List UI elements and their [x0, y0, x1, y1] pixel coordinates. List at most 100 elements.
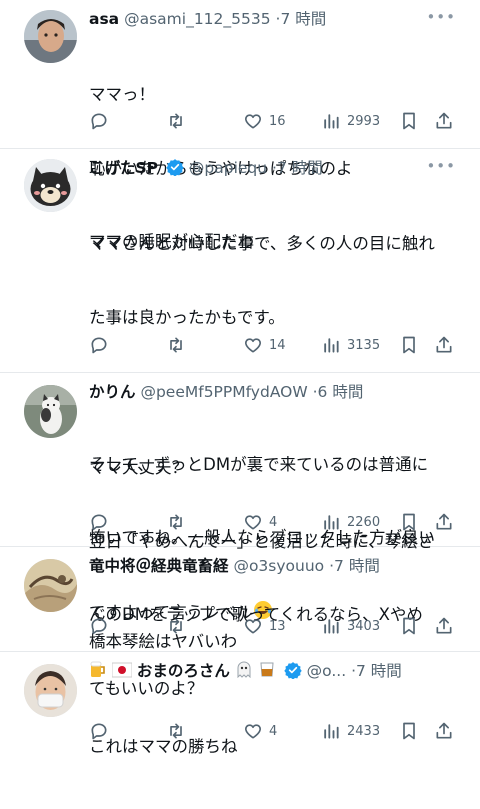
- timestamp[interactable]: ·6 時間: [313, 383, 364, 401]
- share-button[interactable]: [434, 615, 454, 637]
- tweet-actions: 4 2260: [89, 511, 472, 533]
- avatar[interactable]: [24, 559, 77, 612]
- like-button[interactable]: 4: [243, 511, 277, 533]
- tweet-line: ママっ！: [89, 85, 155, 104]
- like-button[interactable]: 13: [243, 615, 286, 637]
- like-count: 14: [269, 337, 286, 353]
- bookmark-button[interactable]: [399, 110, 419, 132]
- views-button[interactable]: 2433: [321, 720, 380, 742]
- user-handle[interactable]: @o3syouuo: [233, 557, 324, 575]
- user-handle[interactable]: @peeMf5PPMfydAOW: [140, 383, 307, 401]
- views-icon: [324, 114, 339, 129]
- retweet-button[interactable]: [166, 511, 186, 533]
- like-count: 16: [269, 113, 286, 129]
- timestamp[interactable]: ·7 時間: [329, 557, 380, 575]
- retweet-button[interactable]: [166, 334, 186, 356]
- view-count: 2433: [347, 723, 381, 739]
- share-icon: [436, 112, 452, 129]
- share-button[interactable]: [434, 511, 454, 533]
- retweet-icon: [170, 337, 182, 353]
- views-button[interactable]: 3403: [321, 615, 380, 637]
- share-icon: [436, 513, 452, 530]
- heart-icon: [245, 114, 261, 129]
- reply-icon: [91, 337, 107, 354]
- reply-button[interactable]: [89, 615, 109, 637]
- reply-feed: asa @asami_112_5535 ·7 時間 ••• ママっ！ 恥かいたか…: [0, 0, 480, 758]
- tweet[interactable]: asa @asami_112_5535 ·7 時間 ••• ママっ！ 恥かいたか…: [0, 0, 480, 251]
- like-button[interactable]: 14: [243, 334, 286, 356]
- retweet-icon: [170, 113, 182, 129]
- ghost-icon: [235, 660, 253, 684]
- retweet-icon: [170, 618, 182, 634]
- heart-icon: [245, 515, 261, 530]
- bookmark-button[interactable]: [399, 511, 419, 533]
- whiskey-glass-icon: [258, 660, 276, 684]
- share-button[interactable]: [434, 720, 454, 742]
- bookmark-icon: [403, 513, 415, 531]
- share-icon: [436, 722, 452, 739]
- avatar[interactable]: [24, 159, 77, 212]
- tweet-header: 竜中将＠経典竜畜経 @o3syouuo ·7 時間: [89, 555, 472, 577]
- reply-icon: [91, 113, 107, 130]
- view-count: 3135: [347, 337, 381, 353]
- like-button[interactable]: 16: [243, 110, 286, 132]
- reply-button[interactable]: [89, 334, 109, 356]
- retweet-button[interactable]: [166, 110, 186, 132]
- timestamp[interactable]: ·7 時間: [276, 10, 327, 28]
- share-button[interactable]: [434, 334, 454, 356]
- tweet[interactable]: かりん @peeMf5PPMfydAOW ·6 時間 ママ大丈夫？ 翌日「やめへ…: [0, 373, 480, 698]
- tweet-actions: 16 2993: [89, 110, 472, 132]
- bookmark-button[interactable]: [399, 720, 419, 742]
- view-count: 2993: [347, 113, 381, 129]
- heart-icon: [245, 724, 261, 739]
- more-icon[interactable]: •••: [426, 157, 456, 175]
- beer-mug-icon: [89, 660, 107, 684]
- tweet-text: これはママの勝ちね: [89, 686, 468, 809]
- tweet-line: ママ大丈夫？: [89, 458, 188, 477]
- display-name[interactable]: 竜中将＠経典竜畜経: [89, 557, 229, 575]
- reply-button[interactable]: [89, 511, 109, 533]
- retweet-button[interactable]: [166, 615, 186, 637]
- tweet-header: かりん @peeMf5PPMfydAOW ·6 時間: [89, 381, 472, 403]
- views-icon: [324, 724, 339, 739]
- user-handle[interactable]: @asami_112_5535: [124, 10, 271, 28]
- timestamp[interactable]: ·7 時間: [351, 662, 402, 680]
- reply-icon: [91, 618, 107, 635]
- reply-button[interactable]: [89, 110, 109, 132]
- retweet-button[interactable]: [166, 720, 186, 742]
- reply-icon: [91, 514, 107, 531]
- share-button[interactable]: [434, 110, 454, 132]
- display-name[interactable]: おまのろさん: [137, 662, 230, 680]
- tweet-line: ママさんと対峙した事で、多くの人の目に触れ: [89, 234, 435, 253]
- timestamp[interactable]: ·7 時間: [272, 159, 323, 177]
- user-handle[interactable]: @papiequ: [189, 159, 267, 177]
- avatar[interactable]: [24, 664, 77, 717]
- verified-badge-icon: [284, 662, 302, 679]
- tweet-actions: 13 3403: [89, 615, 472, 637]
- views-button[interactable]: 2260: [321, 511, 380, 533]
- bookmark-button[interactable]: [399, 334, 419, 356]
- views-button[interactable]: 2993: [321, 110, 380, 132]
- bookmark-button[interactable]: [399, 615, 419, 637]
- display-name[interactable]: かりん: [89, 383, 136, 401]
- views-button[interactable]: 3135: [321, 334, 380, 356]
- reply-button[interactable]: [89, 720, 109, 742]
- verified-badge-icon: [166, 159, 184, 176]
- tweet[interactable]: おまのろさん @o... ·7 時間 これはママの勝ちね 4 2433: [0, 652, 480, 758]
- views-icon: [324, 515, 339, 530]
- bookmark-icon: [403, 617, 415, 635]
- display-name[interactable]: こげたSP: [89, 159, 158, 177]
- avatar[interactable]: [24, 10, 77, 63]
- tweet[interactable]: こげたSP @papiequ ·7 時間 ••• ママさんと対峙した事で、多くの…: [0, 149, 480, 622]
- user-handle[interactable]: @o...: [307, 662, 347, 680]
- tweet-actions: 4 2433: [89, 720, 472, 742]
- more-icon[interactable]: •••: [426, 8, 456, 26]
- avatar[interactable]: [24, 385, 77, 438]
- view-count: 3403: [347, 618, 381, 634]
- tweet[interactable]: 竜中将＠経典竜畜経 @o3syouuo ·7 時間 橋本琴絵はヤバいわ 13 3…: [0, 547, 480, 652]
- like-button[interactable]: 4: [243, 720, 277, 742]
- display-name[interactable]: asa: [89, 10, 119, 28]
- tweet-actions: 14 3135: [89, 334, 472, 356]
- share-icon: [436, 617, 452, 634]
- like-count: 4: [269, 723, 278, 739]
